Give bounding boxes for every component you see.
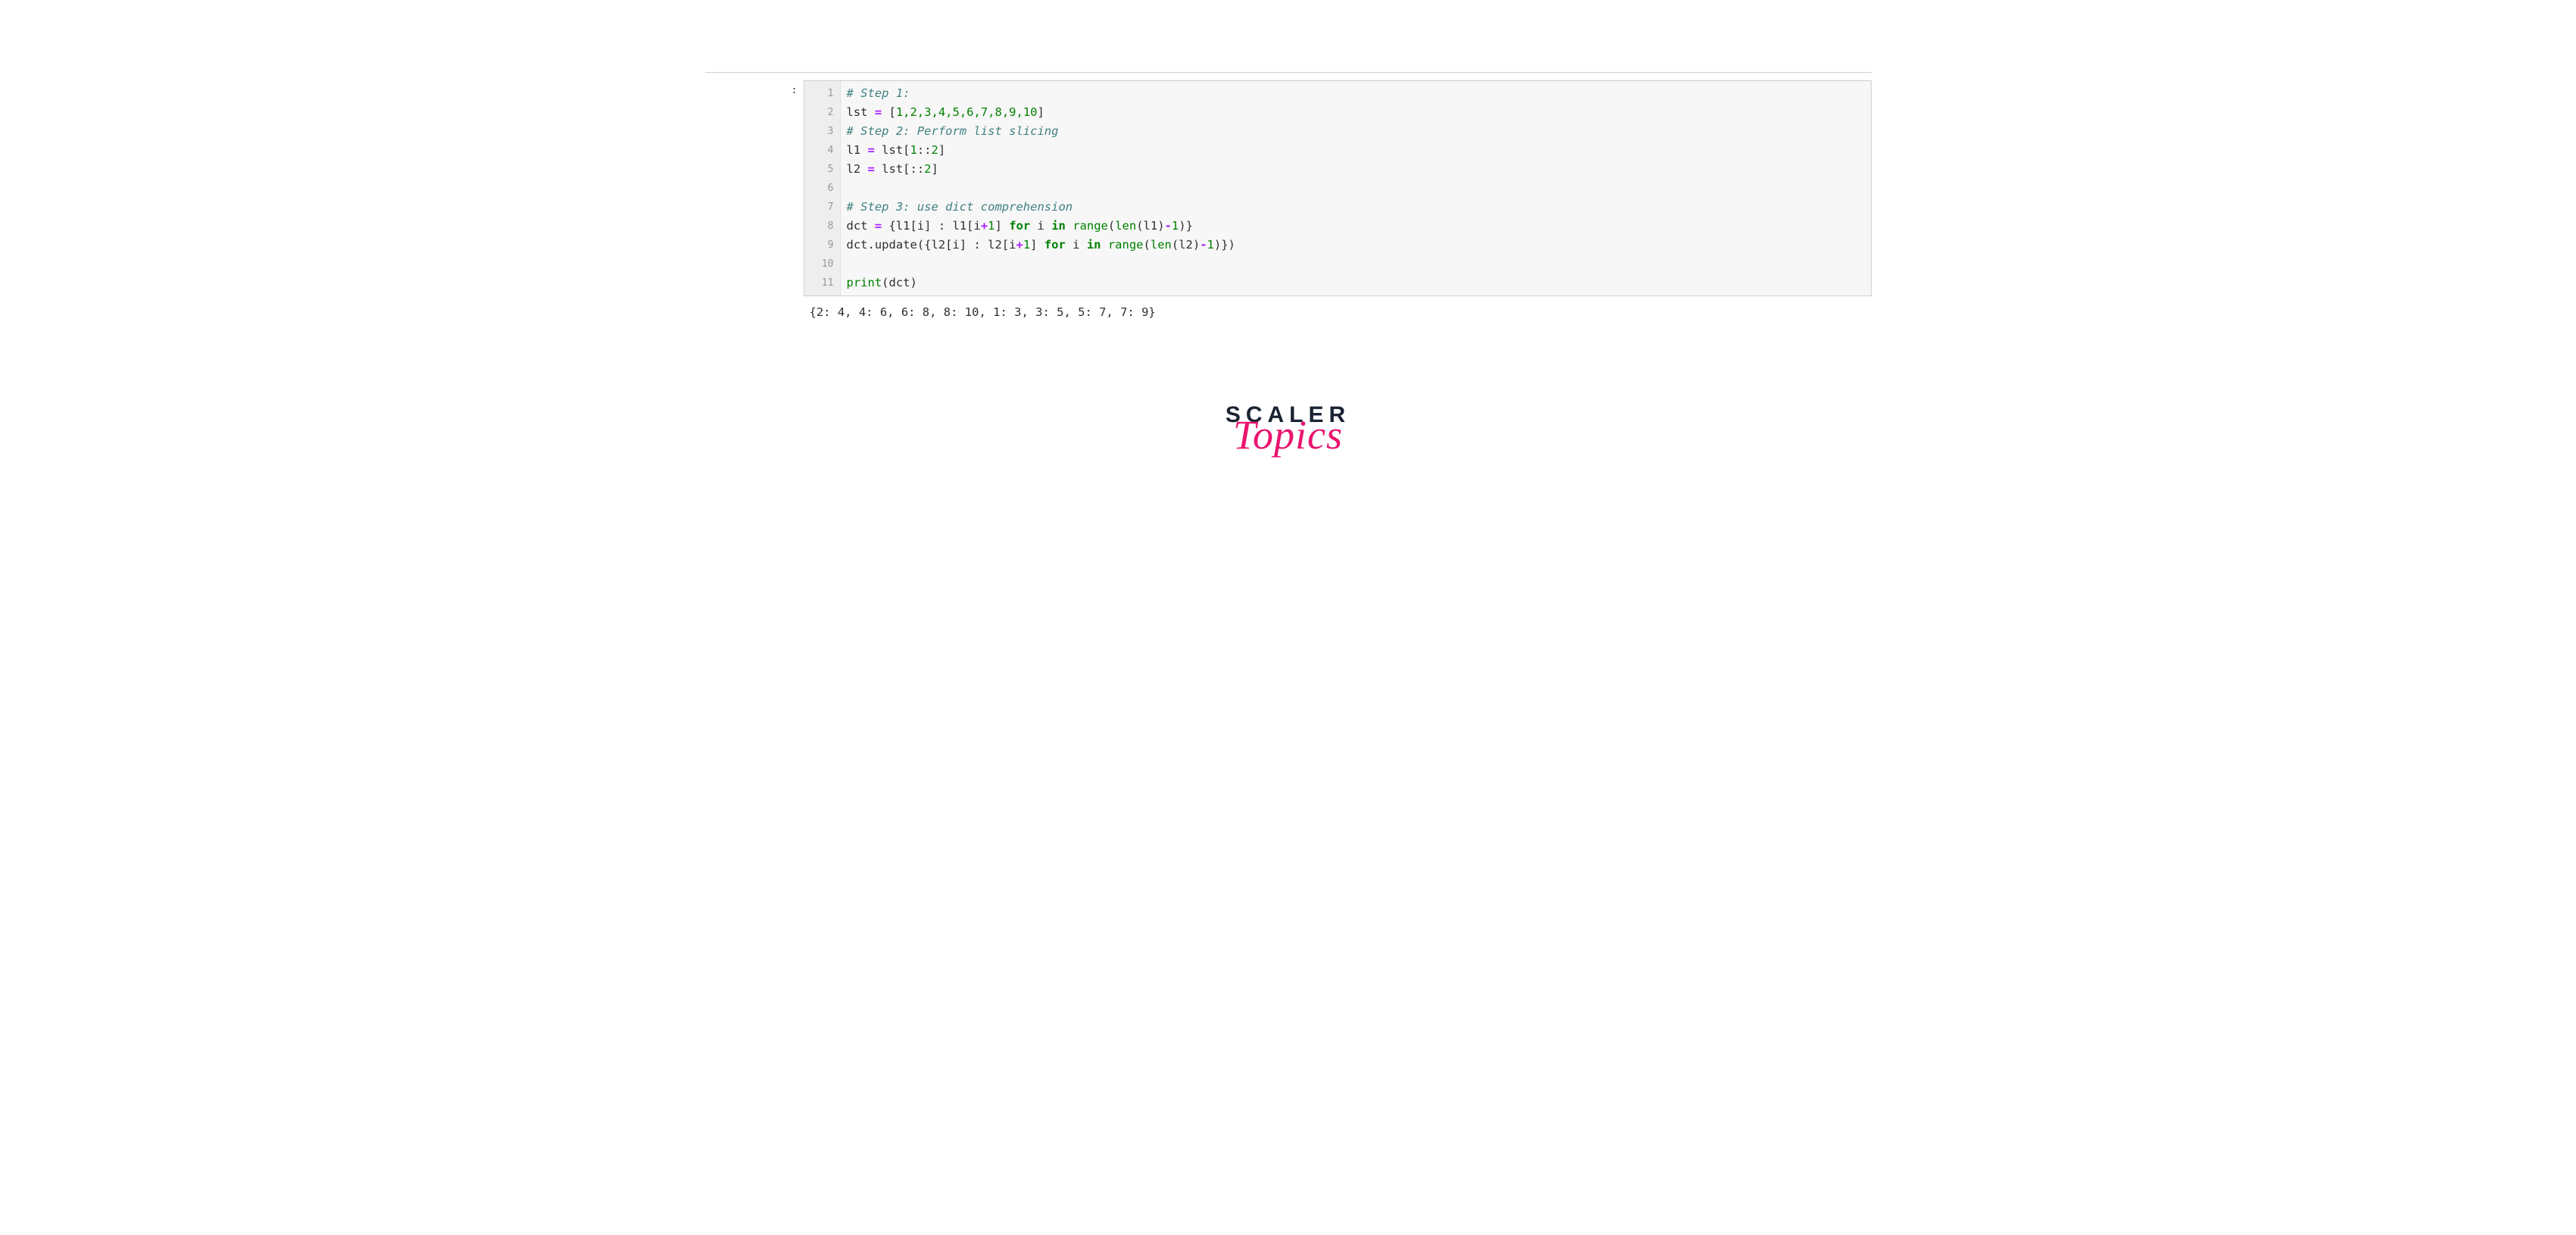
prompt-colon: :	[792, 85, 798, 96]
code-token: ]	[938, 143, 945, 157]
code-token: )})	[1214, 238, 1235, 252]
code-token: -	[1200, 238, 1207, 252]
code-comment: # Step 3: use dict comprehension	[847, 200, 1073, 214]
code-token: 1	[1023, 238, 1030, 252]
code-token: 1	[910, 143, 917, 157]
line-number: 6	[804, 179, 834, 198]
line-number: 1	[804, 84, 834, 103]
line-number: 11	[804, 274, 834, 292]
code-builtin: print	[847, 276, 882, 289]
code-token: lst[	[875, 143, 910, 157]
output-cell: {2: 4, 4: 6, 6: 8, 8: 10, 1: 3, 3: 5, 5:…	[705, 305, 1872, 319]
code-builtin: range	[1073, 219, 1108, 233]
line-number: 8	[804, 217, 834, 236]
code-token: +	[1016, 238, 1023, 252]
code-token: 1	[1207, 238, 1214, 252]
code-cell: : 1 2 3 4 5 6 7 8 9 10 11 # Step 1: lst …	[705, 80, 1872, 296]
code-token: 1	[1172, 219, 1179, 233]
code-editor[interactable]: # Step 1: lst = [1,2,3,4,5,6,7,8,9,10] #…	[841, 81, 1871, 295]
output-prompt-spacer	[705, 305, 804, 319]
code-keyword: in	[1051, 219, 1066, 233]
notebook-page: : 1 2 3 4 5 6 7 8 9 10 11 # Step 1: lst …	[705, 0, 1872, 458]
code-token: =	[875, 219, 882, 233]
line-number: 3	[804, 122, 834, 141]
code-keyword: for	[1009, 219, 1030, 233]
line-number-gutter: 1 2 3 4 5 6 7 8 9 10 11	[804, 81, 841, 295]
line-number: 5	[804, 160, 834, 179]
code-token: dct	[847, 219, 875, 233]
code-token: l1	[847, 143, 868, 157]
line-number: 7	[804, 198, 834, 217]
code-token: (dct)	[882, 276, 917, 289]
code-token: ]	[995, 219, 1010, 233]
line-number: 9	[804, 236, 834, 255]
code-token: =	[868, 143, 875, 157]
code-token: (	[1108, 219, 1115, 233]
code-token: (	[1144, 238, 1151, 252]
code-token	[1066, 219, 1073, 233]
line-number: 2	[804, 103, 834, 122]
code-token: i	[1030, 219, 1051, 233]
code-token: 2	[924, 162, 931, 176]
code-token: (l2)	[1172, 238, 1200, 252]
code-token	[1101, 238, 1108, 252]
code-token: ::	[917, 143, 932, 157]
code-token: =	[868, 162, 875, 176]
code-token: (l1)	[1136, 219, 1164, 233]
code-token: {l1[i] : l1[i	[882, 219, 981, 233]
code-input-area[interactable]: 1 2 3 4 5 6 7 8 9 10 11 # Step 1: lst = …	[804, 80, 1872, 296]
code-token: l2	[847, 162, 868, 176]
divider	[705, 72, 1872, 73]
stdout-output: {2: 4, 4: 6, 6: 8, 8: 10, 1: 3, 3: 5, 5:…	[804, 305, 1872, 319]
code-builtin: range	[1108, 238, 1144, 252]
code-token: -	[1165, 219, 1172, 233]
code-token: lst[::	[875, 162, 924, 176]
code-token: 2	[932, 143, 938, 157]
code-token: 1	[988, 219, 994, 233]
code-comment: # Step 2: Perform list slicing	[847, 124, 1059, 138]
code-token: lst	[847, 105, 875, 119]
code-token: =	[875, 105, 882, 119]
code-token: ]	[1030, 238, 1044, 252]
code-keyword: in	[1087, 238, 1101, 252]
line-number: 10	[804, 255, 834, 274]
code-builtin: len	[1115, 219, 1136, 233]
code-token: i	[1066, 238, 1087, 252]
code-keyword: for	[1044, 238, 1066, 252]
code-builtin: len	[1151, 238, 1172, 252]
code-token: [	[882, 105, 896, 119]
logo-text-topics: Topics	[705, 411, 1872, 458]
code-token: dct.update({l2[i] : l2[i	[847, 238, 1016, 252]
line-number: 4	[804, 141, 834, 160]
scaler-logo: SCALER Topics	[705, 402, 1872, 458]
code-token: )}	[1179, 219, 1193, 233]
code-token: ]	[932, 162, 938, 176]
code-comment: # Step 1:	[847, 86, 910, 100]
code-token: 1,2,3,4,5,6,7,8,9,10	[896, 105, 1038, 119]
code-token: +	[981, 219, 988, 233]
input-prompt: :	[705, 80, 804, 96]
code-token: ]	[1037, 105, 1044, 119]
